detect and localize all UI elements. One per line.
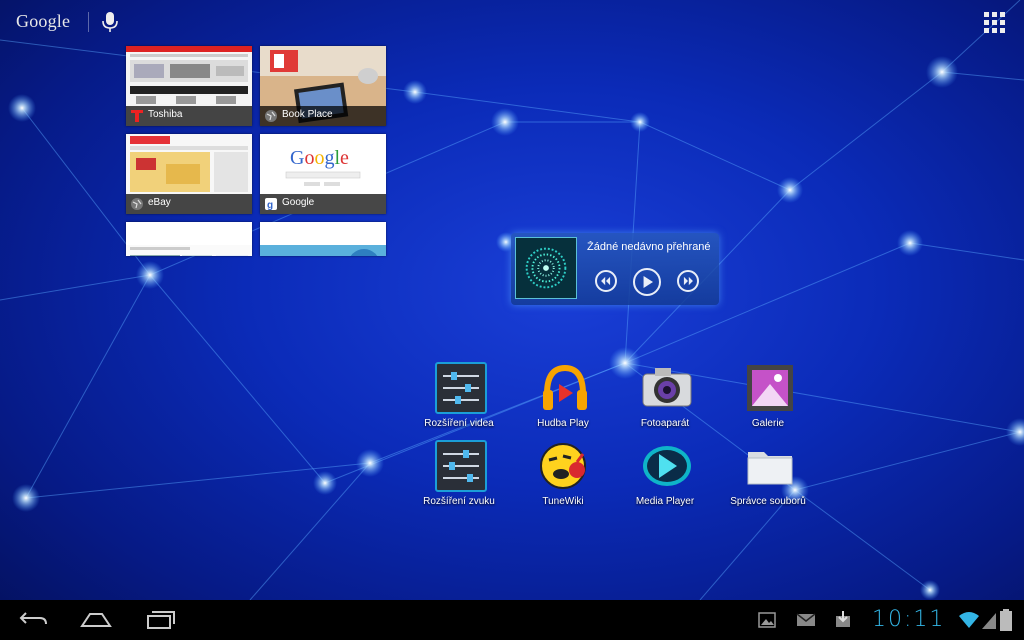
app-play-music[interactable]: Hudba Play <box>515 362 611 440</box>
toshiba-icon <box>131 110 143 122</box>
camera-icon <box>642 368 692 407</box>
equalizer-icon <box>435 362 487 414</box>
bookmark-label-bar: Toshiba <box>126 106 252 126</box>
album-art <box>515 237 577 299</box>
gmail-icon[interactable] <box>796 613 816 627</box>
app-label: Fotoaparát <box>640 418 690 429</box>
tunewiki-icon <box>540 443 586 489</box>
bookmark-book-place[interactable]: Book Place <box>260 46 386 126</box>
app-camera[interactable]: Fotoaparát <box>617 362 713 440</box>
equalizer-icon <box>435 440 487 492</box>
app-file-manager[interactable]: Správce souborů <box>720 440 816 518</box>
gallery-icon <box>747 365 793 411</box>
music-widget[interactable]: Žádné nedávno přehrané <box>511 233 719 305</box>
play-icon[interactable] <box>633 268 661 296</box>
image-notification-icon[interactable] <box>758 612 776 628</box>
back-icon[interactable] <box>18 610 48 630</box>
google-icon: g <box>265 198 277 211</box>
bookmark-label-bar: eBay <box>126 194 252 214</box>
google-search-button[interactable]: Google <box>16 11 70 32</box>
bookmark-thumbnail <box>260 245 386 256</box>
app-video-enhancer[interactable]: Rozšíření videa <box>411 362 507 440</box>
recent-apps-icon[interactable] <box>146 610 176 630</box>
app-label: Rozšíření videa <box>424 418 494 429</box>
wifi-icon <box>959 612 979 628</box>
prev-icon[interactable] <box>595 270 617 292</box>
app-label: Media Player <box>635 496 695 507</box>
music-title: Žádné nedávno přehrané <box>587 241 711 253</box>
bookmark-label: Toshiba <box>148 109 183 120</box>
bookmark-label-bar: g Google <box>260 194 386 214</box>
bookmark-google[interactable]: Google g Google <box>260 134 386 214</box>
app-audio-enhancer[interactable]: Rozšíření zvuku <box>411 440 507 518</box>
bookmark-partial-1[interactable] <box>126 222 252 256</box>
search-divider <box>88 12 89 32</box>
app-tunewiki[interactable]: TuneWiki <box>515 440 611 518</box>
bookmark-label: Google <box>282 197 315 208</box>
bookmark-toshiba[interactable]: Toshiba <box>126 46 252 126</box>
clock[interactable]: 10:11 <box>872 607 945 632</box>
app-label: TuneWiki <box>542 496 584 507</box>
bookmark-partial-2[interactable] <box>260 222 386 256</box>
web-icon <box>131 198 143 210</box>
bookmark-label-bar: Book Place <box>260 106 386 126</box>
app-media-player[interactable]: Media Player <box>617 440 713 518</box>
app-label: Hudba Play <box>537 418 589 429</box>
media-player-icon <box>643 446 691 486</box>
home-icon[interactable] <box>80 610 112 630</box>
svg-text:g: g <box>267 200 273 211</box>
app-gallery[interactable]: Galerie <box>720 362 816 440</box>
next-icon[interactable] <box>677 270 699 292</box>
top-bar: Google <box>0 0 1024 44</box>
all-apps-icon[interactable] <box>984 12 1006 34</box>
headphones-icon <box>543 364 587 410</box>
system-bar <box>0 600 1024 640</box>
svg-text:Google: Google <box>290 147 349 169</box>
signal-icon <box>982 613 996 629</box>
app-label: Správce souborů <box>730 496 806 507</box>
bookmark-label: eBay <box>148 197 171 208</box>
folder-icon <box>747 452 793 485</box>
mic-icon[interactable] <box>100 10 120 34</box>
app-label: Galerie <box>751 418 785 429</box>
download-icon[interactable] <box>834 610 852 628</box>
battery-icon <box>1000 609 1012 631</box>
web-icon <box>265 110 277 122</box>
bookmark-ebay[interactable]: eBay <box>126 134 252 214</box>
bookmark-thumbnail <box>126 245 252 256</box>
app-label: Rozšíření zvuku <box>423 496 495 507</box>
bookmark-label: Book Place <box>282 109 333 120</box>
